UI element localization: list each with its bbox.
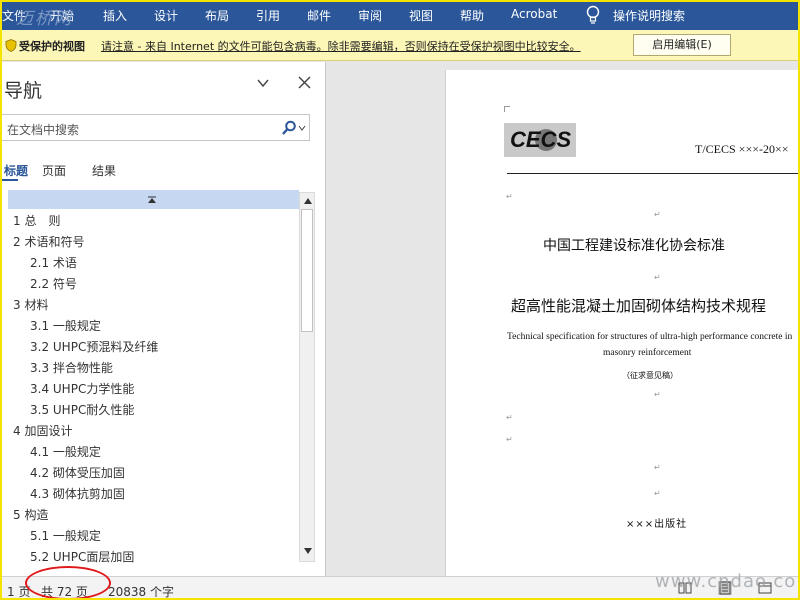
heading-item[interactable]: 2 术语和符号 (13, 233, 84, 250)
tell-me-search[interactable]: 操作说明搜索 (613, 7, 685, 24)
headings-tree: 1 总 则 2 术语和符号 2.1 术语 2.2 符号 3 材料 3.1 一般规… (8, 190, 299, 565)
paragraph-mark: ↵ (654, 390, 661, 399)
paragraph-mark: ↵ (654, 210, 661, 219)
document-main-title: 超高性能混凝土加固砌体结构技术规程 (511, 297, 767, 315)
heading-item[interactable]: 2.2 符号 (30, 275, 77, 292)
tab-review[interactable]: 审阅 (358, 7, 382, 24)
protected-view-bar: 受保护的视图 请注意 - 来自 Internet 的文件可能包含病毒。除非需要编… (0, 30, 800, 61)
tab-insert[interactable]: 插入 (103, 7, 127, 24)
association-title: 中国工程建设标准化协会标准 (543, 238, 725, 254)
scroll-down-icon[interactable] (302, 545, 314, 557)
tab-view[interactable]: 视图 (409, 7, 433, 24)
paragraph-mark: ↵ (506, 192, 513, 201)
word-count[interactable]: 20838 个字 (108, 583, 174, 600)
paragraph-mark: ↵ (654, 489, 661, 498)
chevron-down-icon[interactable] (298, 124, 306, 132)
tab-layout[interactable]: 布局 (205, 7, 229, 24)
shield-icon (5, 39, 17, 52)
heading-item[interactable]: 3.4 UHPC力学性能 (30, 380, 134, 397)
document-area: CECS T/CECS ×××-20×× ↵ ↵ 中国工程建设标准化协会标准 ↵… (327, 62, 800, 576)
tab-help[interactable]: 帮助 (460, 7, 484, 24)
tab-headings[interactable]: 标题 (4, 162, 28, 179)
tab-design[interactable]: 设计 (154, 7, 178, 24)
paragraph-mark: ↵ (506, 435, 513, 444)
heading-item[interactable]: 5.1 一般规定 (30, 527, 101, 544)
heading-item[interactable]: 4.3 砌体抗剪加固 (30, 485, 125, 502)
heading-item[interactable]: 4.2 砌体受压加固 (30, 464, 125, 481)
enable-editing-button[interactable]: 启用编辑(E) (633, 34, 731, 56)
nav-scrollbar[interactable] (299, 192, 315, 562)
cecs-logo: CECS (504, 123, 576, 157)
nav-pane-title: 导航 (4, 80, 43, 102)
english-title-line2: masonry reinforcement (603, 348, 692, 358)
protected-view-message[interactable]: 请注意 - 来自 Internet 的文件可能包含病毒。除非需要编辑，否则保持在… (101, 38, 581, 54)
heading-item[interactable]: 3 材料 (13, 296, 48, 313)
heading-item[interactable]: 3.2 UHPC预混料及纤维 (30, 338, 158, 355)
heading-item[interactable]: 2.1 术语 (30, 254, 77, 271)
tab-results[interactable]: 结果 (92, 162, 116, 179)
tab-acrobat[interactable]: Acrobat (511, 7, 557, 21)
search-input[interactable]: 在文档中搜索 (0, 114, 310, 141)
paragraph-mark: ↵ (654, 463, 661, 472)
highlight-annotation (25, 566, 111, 600)
tab-references[interactable]: 引用 (256, 7, 280, 24)
scroll-up-icon[interactable] (302, 195, 314, 207)
heading-item[interactable]: 4.1 一般规定 (30, 443, 101, 460)
navigation-pane: 导航 在文档中搜索 标题 页面 结果 1 总 则 2 术语和符号 2.1 术语 … (0, 62, 326, 576)
search-placeholder: 在文档中搜索 (7, 123, 80, 137)
heading-item[interactable]: 5.2 UHPC面层加固 (30, 548, 134, 565)
heading-item[interactable]: 3.3 拌合物性能 (30, 359, 113, 376)
scroll-thumb[interactable] (301, 209, 313, 332)
paragraph-mark: ↵ (506, 413, 513, 422)
paragraph-mark: ↵ (654, 273, 661, 282)
protected-view-title: 受保护的视图 (19, 40, 85, 53)
heading-item[interactable]: 1 总 则 (13, 212, 60, 229)
heading-item[interactable]: 3.5 UHPC耐久性能 (30, 401, 134, 418)
draft-note: （征求意见稿） (622, 371, 678, 380)
heading-item[interactable]: 3.1 一般规定 (30, 317, 101, 334)
standard-code: T/CECS ×××-20×× (695, 142, 789, 156)
tab-pages[interactable]: 页面 (42, 162, 66, 179)
collapse-headings-bar[interactable] (8, 190, 299, 209)
ribbon-tab-bar: 文件 开始 插入 设计 布局 引用 邮件 审阅 视图 帮助 Acrobat 操作… (0, 0, 800, 30)
collapse-up-icon (148, 196, 156, 203)
svg-text:CECS: CECS (510, 127, 571, 152)
lightbulb-icon[interactable] (585, 5, 601, 25)
chevron-down-icon[interactable] (256, 76, 270, 90)
english-title-line1: Technical specification for structures o… (507, 332, 793, 342)
publisher-name: ×××出版社 (626, 519, 688, 530)
site-watermark: 迈桥网 (16, 9, 73, 29)
close-icon[interactable] (298, 76, 311, 89)
tab-mailings[interactable]: 邮件 (307, 7, 331, 24)
heading-item[interactable]: 4 加固设计 (13, 422, 72, 439)
margin-corner-mark (504, 106, 510, 112)
site-watermark-url: www.cndao.com (655, 571, 800, 592)
active-tab-indicator (2, 179, 18, 181)
header-rule (507, 173, 800, 174)
search-icon[interactable] (281, 120, 297, 136)
document-page[interactable]: CECS T/CECS ×××-20×× ↵ ↵ 中国工程建设标准化协会标准 ↵… (445, 70, 800, 576)
heading-item[interactable]: 5 构造 (13, 506, 48, 523)
